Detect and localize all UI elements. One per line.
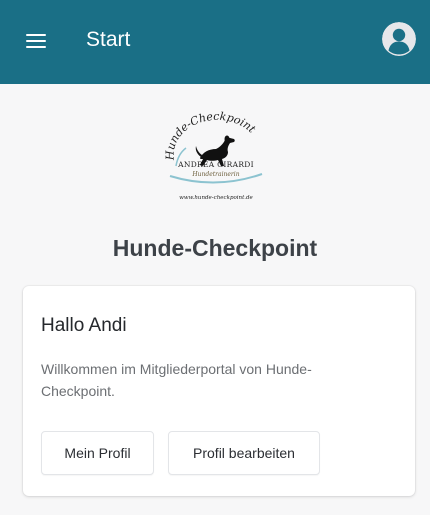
dog-logo-graphic: Hunde-Checkpoint ANDREA GIRARDI — [164, 110, 263, 184]
my-profile-button[interactable]: Mein Profil — [41, 431, 154, 475]
main-headline: Hunde-Checkpoint — [112, 235, 318, 261]
logo-subtitle: Hundetrainerin — [192, 171, 240, 178]
welcome-text: Willkommen im Mitgliederportal von Hunde… — [41, 361, 312, 399]
hamburger-menu-icon[interactable] — [24, 27, 48, 55]
welcome-card: Hallo Andi Willkommen im Mitgliederporta… — [23, 286, 415, 496]
logo-url: www.hunde-checkpoint.de — [179, 195, 253, 201]
page-title: Start — [86, 28, 131, 51]
top-app-bar: Start — [0, 0, 430, 84]
edit-profile-button[interactable]: Profil bearbeiten — [168, 431, 320, 475]
brand-logo: Hunde-Checkpoint ANDREA GIRARDI Hundetra… — [156, 108, 276, 204]
logo-name-text: ANDREA GIRARDI — [177, 160, 254, 169]
greeting-title: Hallo Andi — [41, 315, 127, 336]
user-avatar-icon[interactable] — [382, 22, 416, 56]
